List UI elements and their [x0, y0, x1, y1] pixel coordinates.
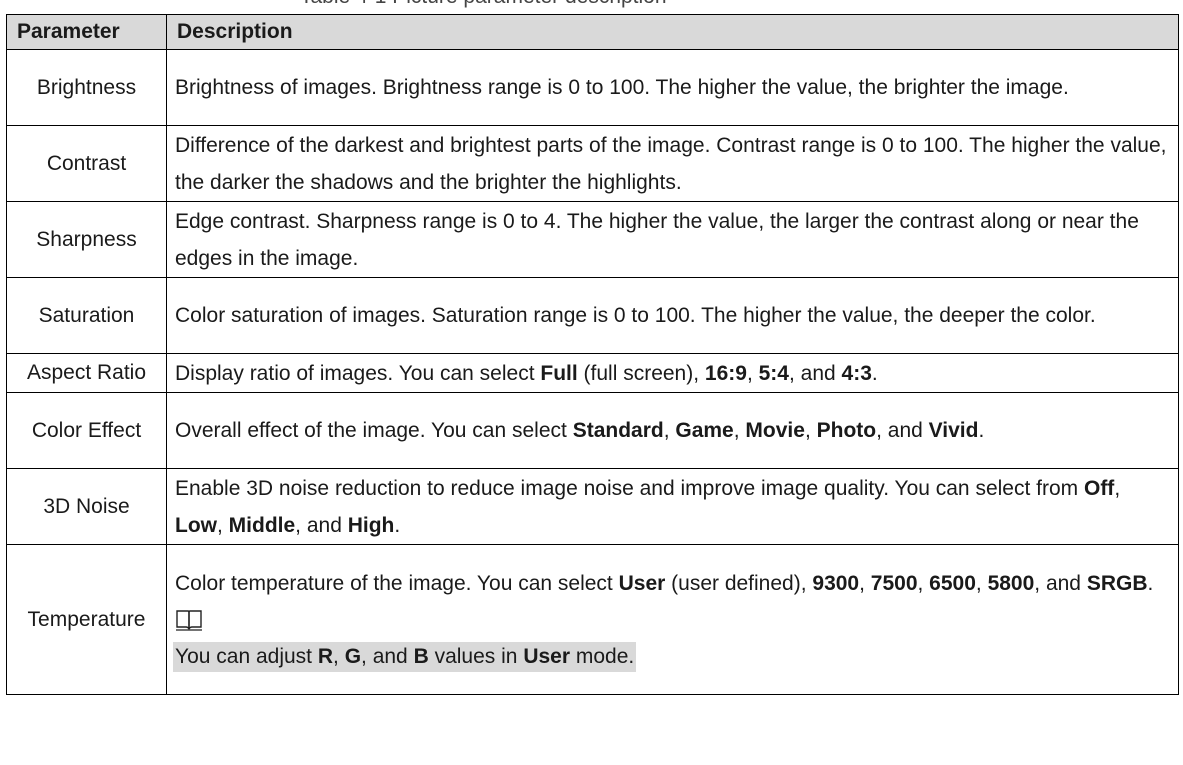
bold-option: Off: [1083, 476, 1115, 500]
param-cell: Saturation: [6, 277, 167, 354]
bold-option: Low: [175, 513, 217, 537]
bold-option: 6500: [929, 571, 976, 595]
param-cell: 3D Noise: [6, 468, 167, 545]
table-row: Temperature Color temperature of the ima…: [6, 544, 1179, 695]
table-row: Brightness Brightness of images. Brightn…: [6, 49, 1179, 126]
description-cell: Difference of the darkest and brightest …: [166, 125, 1179, 202]
bold-option: Game: [675, 419, 734, 442]
bold-option: Full: [540, 361, 578, 385]
bold-option: 5:4: [758, 361, 789, 385]
header-description: Description: [166, 14, 1179, 50]
bold-option: R: [317, 644, 334, 668]
table-row: Color Effect Overall effect of the image…: [6, 392, 1179, 469]
bold-option: Photo: [816, 419, 877, 442]
description-cell: Brightness of images. Brightness range i…: [166, 49, 1179, 126]
bold-option: High: [347, 513, 395, 537]
description-cell: Color saturation of images. Saturation r…: [166, 277, 1179, 354]
bold-option: 7500: [870, 571, 918, 595]
description-cell: Edge contrast. Sharpness range is 0 to 4…: [166, 201, 1179, 278]
bold-option: 9300: [812, 571, 860, 595]
bold-option: B: [413, 644, 429, 668]
description-cell: Enable 3D noise reduction to reduce imag…: [166, 468, 1179, 545]
table-header-row: Parameter Description: [6, 14, 1179, 50]
bold-option: 16:9: [704, 361, 747, 385]
bold-option: Standard: [572, 419, 664, 442]
table-caption-text: Table 4-1 Picture parameter description: [300, 0, 667, 9]
param-cell: Color Effect: [6, 392, 167, 469]
param-cell: Contrast: [6, 125, 167, 202]
description-cell: Display ratio of images. You can select …: [166, 353, 1179, 393]
table-row: Contrast Difference of the darkest and b…: [6, 125, 1179, 202]
note-text: You can adjust R, G, and B values in Use…: [173, 641, 637, 672]
param-cell: Temperature: [6, 544, 167, 695]
param-cell: Sharpness: [6, 201, 167, 278]
bold-option: User: [523, 644, 571, 668]
bold-option: 5800: [987, 571, 1035, 595]
param-cell: Aspect Ratio: [6, 353, 167, 393]
book-note-icon: [175, 602, 1170, 638]
bold-option: Middle: [228, 513, 296, 537]
param-cell: Brightness: [6, 49, 167, 126]
table-row: Aspect Ratio Display ratio of images. Yo…: [6, 353, 1179, 393]
bold-option: SRGB: [1086, 571, 1148, 595]
table-row: 3D Noise Enable 3D noise reduction to re…: [6, 468, 1179, 545]
parameter-table: Parameter Description Brightness Brightn…: [6, 14, 1179, 695]
table-row: Saturation Color saturation of images. S…: [6, 277, 1179, 354]
description-cell: Color temperature of the image. You can …: [166, 544, 1179, 695]
bold-option: User: [618, 571, 666, 595]
description-cell: Overall effect of the image. You can sel…: [166, 392, 1179, 469]
table-row: Sharpness Edge contrast. Sharpness range…: [6, 201, 1179, 278]
table-caption: Table 4-1 Picture parameter description: [0, 0, 1183, 12]
header-parameter: Parameter: [6, 14, 167, 50]
bold-option: Vivid: [928, 419, 979, 442]
bold-option: Movie: [745, 419, 805, 442]
temperature-description: Color temperature of the image. You can …: [175, 571, 1154, 595]
bold-option: G: [344, 644, 362, 668]
bold-option: 4:3: [841, 361, 872, 385]
